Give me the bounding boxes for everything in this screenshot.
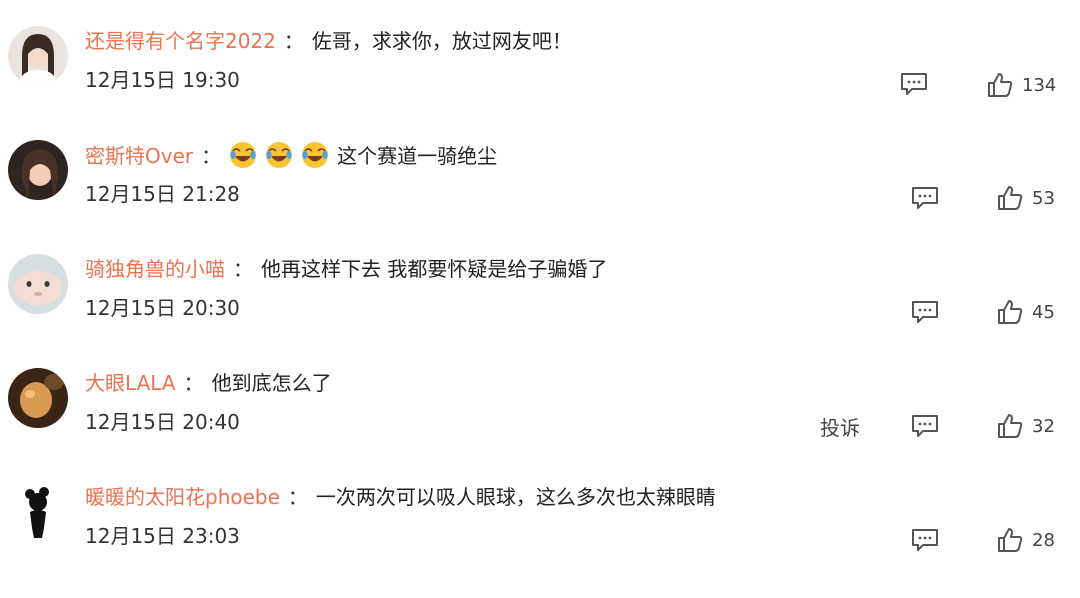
username-link[interactable]: 大眼LALA [85, 371, 176, 395]
reply-icon[interactable] [911, 300, 939, 324]
avatar[interactable] [8, 482, 68, 542]
reply-icon[interactable] [911, 186, 939, 210]
avatar[interactable] [8, 26, 68, 86]
separator: ： [201, 144, 222, 168]
like-count: 45 [1032, 302, 1055, 323]
timestamp: 12月15日 20:30 [85, 296, 240, 320]
username-link[interactable]: 还是得有个名字2022 [85, 29, 276, 53]
avatar[interactable] [8, 140, 68, 200]
username-link[interactable]: 暖暖的太阳花phoebe [85, 485, 280, 509]
like-icon[interactable] [997, 299, 1023, 325]
comment-item: 密斯特Over ： 这个赛道一骑绝尘 12月15日 21:28 53 [0, 134, 1080, 246]
report-link[interactable]: 投诉 [820, 414, 860, 442]
comment-item: 还是得有个名字2022 ： 佐哥，求求你，放过网友吧！ 12月15日 19:30 1… [0, 20, 1080, 132]
like-icon[interactable] [987, 72, 1013, 98]
like-count: 134 [1022, 75, 1057, 96]
avatar[interactable] [8, 254, 68, 314]
comment-text: 佐哥，求求你，放过网友吧！ [311, 29, 572, 53]
like-icon[interactable] [997, 527, 1023, 553]
like-icon[interactable] [997, 413, 1023, 439]
separator: ： [283, 29, 304, 53]
comment-text: 一次两次可以吸人眼球，这么多次也太辣眼睛 [315, 485, 716, 509]
separator: ： [233, 257, 253, 281]
laugh-cry-emoji-icon [266, 142, 293, 168]
like-count: 32 [1032, 416, 1055, 437]
like-icon[interactable] [997, 185, 1023, 211]
like-count: 53 [1032, 188, 1055, 209]
laugh-cry-emoji-icon [230, 142, 257, 168]
reply-icon[interactable] [911, 528, 939, 552]
reply-icon[interactable] [900, 72, 928, 96]
separator: ： [287, 485, 308, 509]
timestamp: 12月15日 19:30 [85, 68, 240, 92]
laugh-cry-emoji-icon [302, 142, 329, 168]
comment-text: 这个赛道一骑绝尘 [337, 144, 498, 168]
timestamp: 12月15日 21:28 [85, 182, 240, 206]
comment-item: 骑独角兽的小喵：他再这样下去 我都要怀疑是给子骗婚了 12月15日 20:30 … [0, 248, 1080, 360]
reply-icon[interactable] [911, 414, 939, 438]
comment-item: 暖暖的太阳花phoebe ： 一次两次可以吸人眼球，这么多次也太辣眼睛 12月15日… [0, 476, 1080, 588]
comment-text: 他到底怎么了 [211, 371, 332, 395]
separator: ： [183, 371, 204, 395]
username-link[interactable]: 骑独角兽的小喵 [85, 257, 225, 281]
username-link[interactable]: 密斯特Over [85, 144, 193, 168]
comment-text: 他再这样下去 我都要怀疑是给子骗婚了 [261, 257, 608, 281]
comment-item: 大眼LALA ： 他到底怎么了 12月15日 20:40 投诉 32 [0, 362, 1080, 474]
like-count: 28 [1032, 530, 1055, 551]
timestamp: 12月15日 23:03 [85, 524, 240, 548]
avatar[interactable] [8, 368, 68, 428]
timestamp: 12月15日 20:40 [85, 410, 240, 434]
